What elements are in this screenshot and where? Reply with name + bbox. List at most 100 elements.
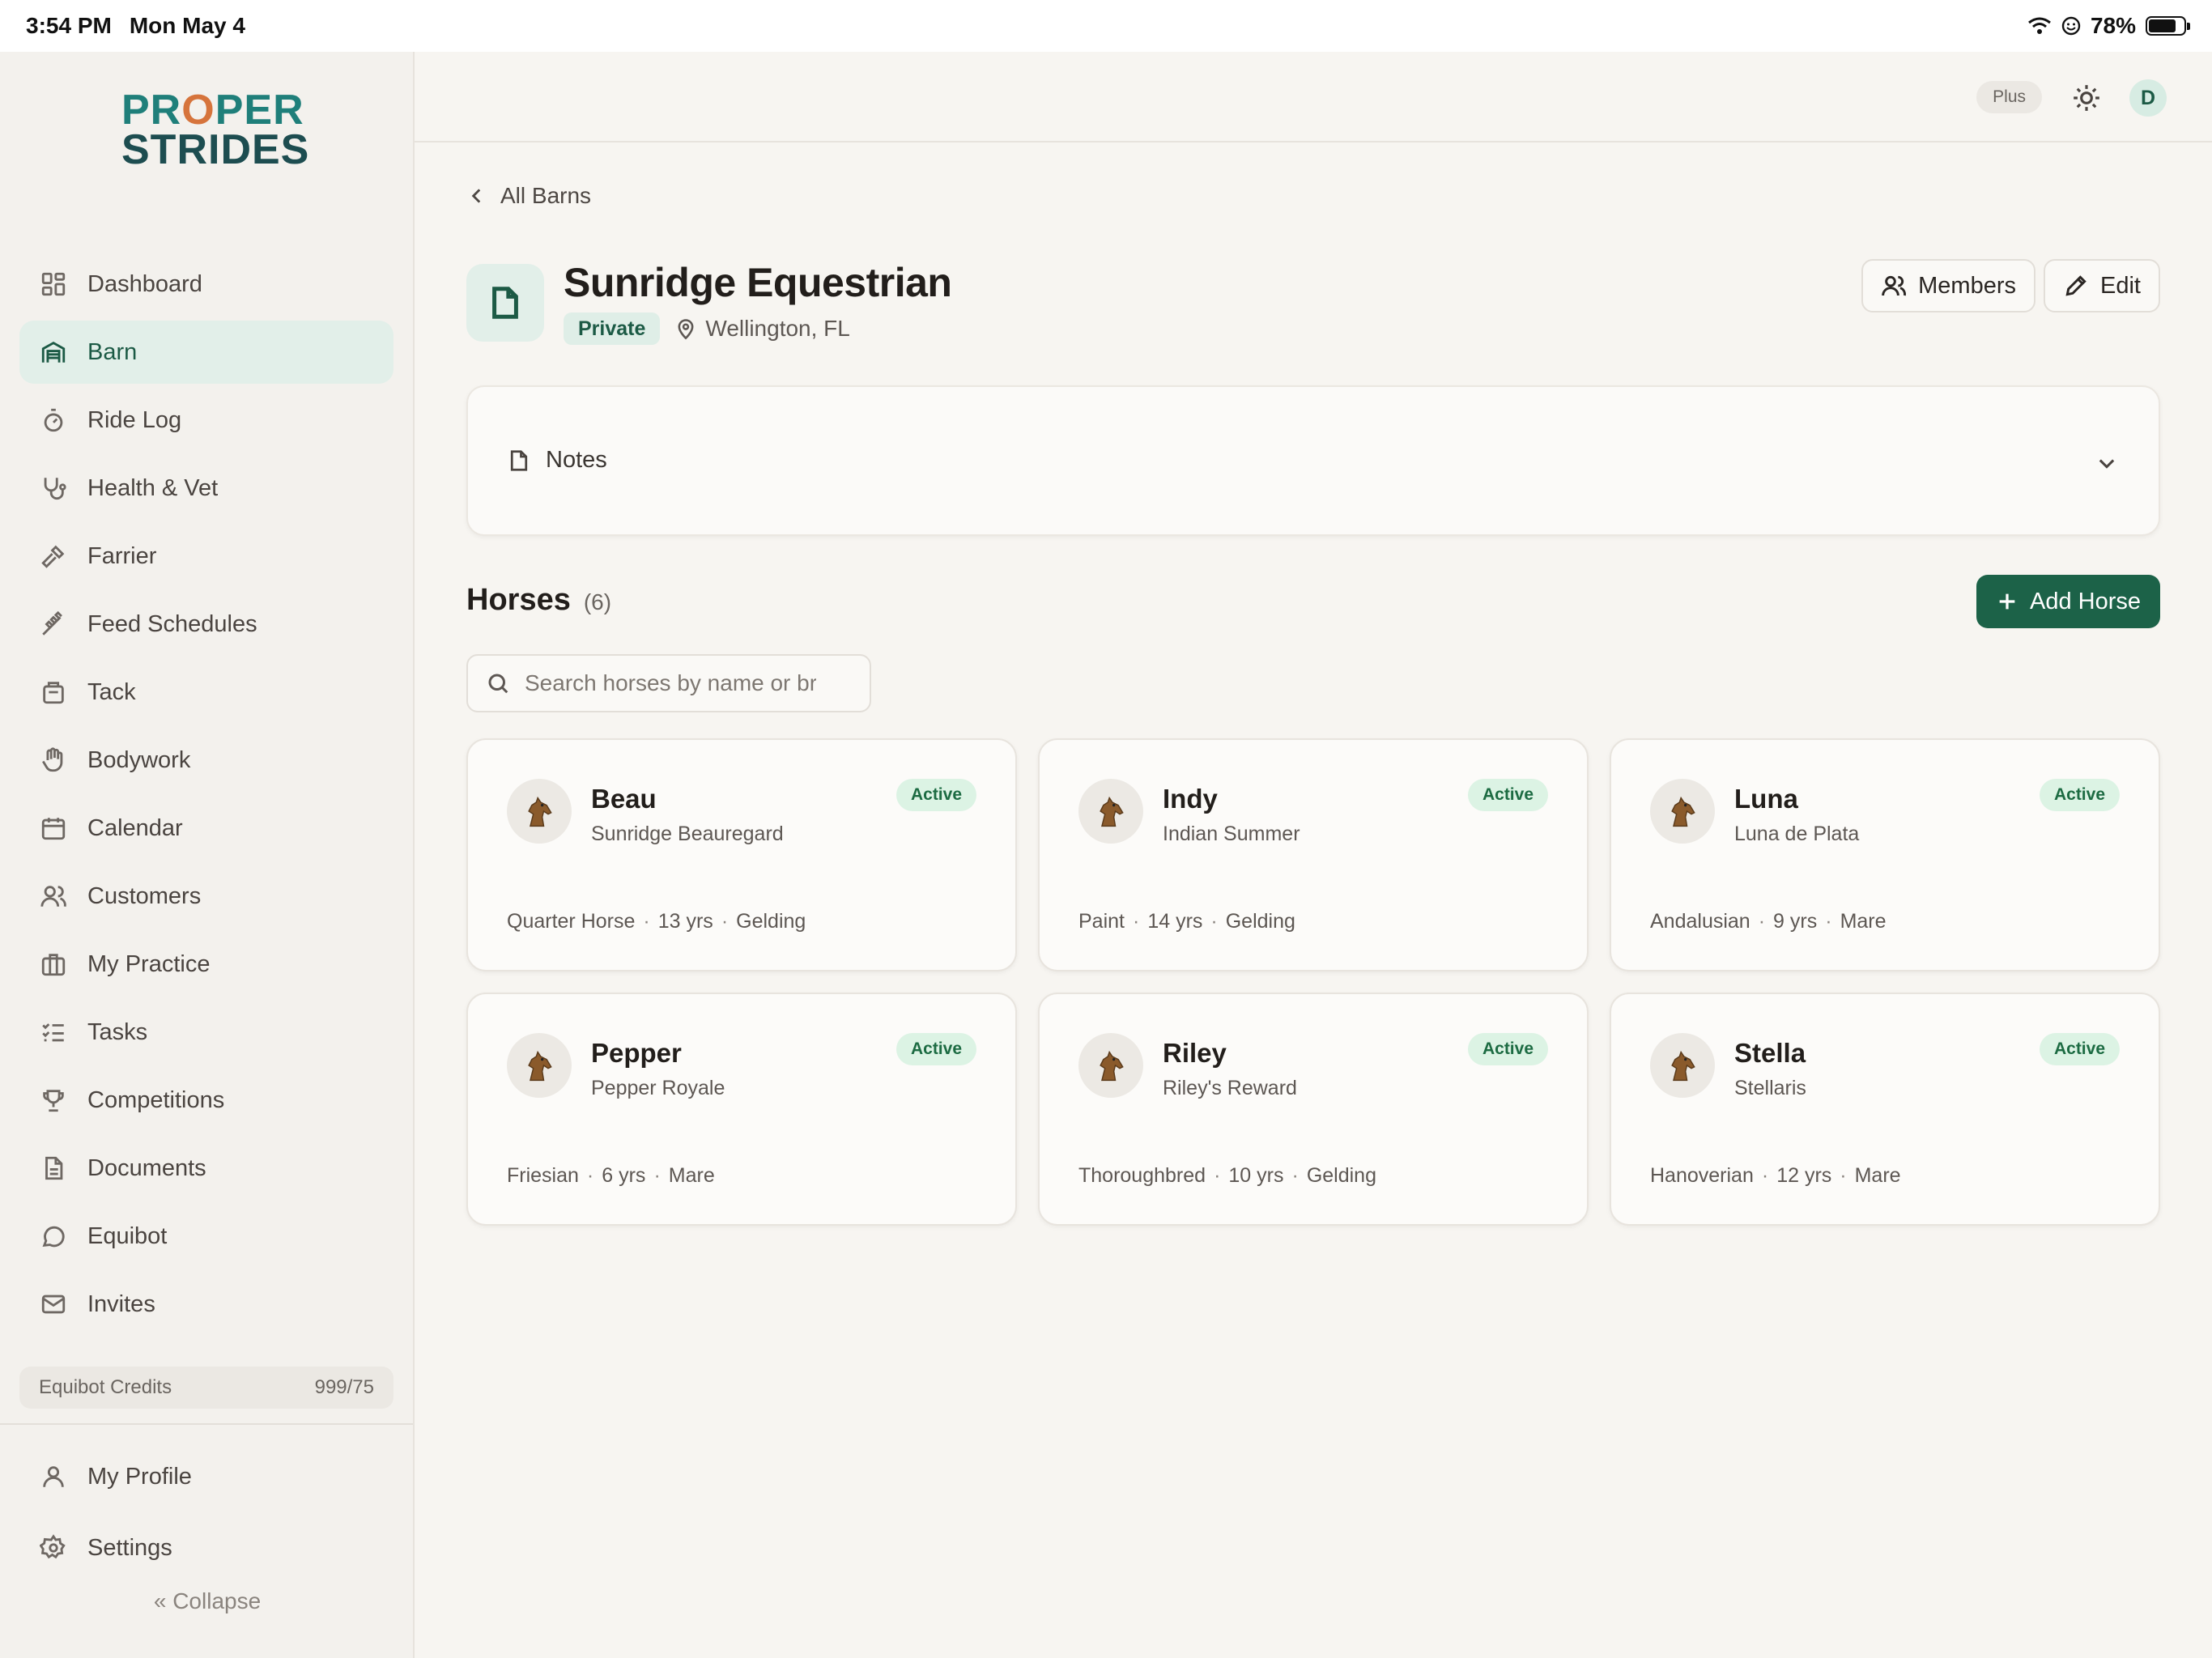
sidebar-item-ride-log[interactable]: Ride Log bbox=[19, 389, 393, 452]
horse-avatar bbox=[1078, 779, 1143, 844]
horse-avatar bbox=[1650, 1033, 1715, 1098]
horse-breed: Thoroughbred bbox=[1078, 1164, 1206, 1187]
status-badge: Active bbox=[2039, 1033, 2120, 1065]
gear-icon bbox=[39, 1533, 68, 1562]
status-badge: Active bbox=[895, 779, 976, 811]
horse-avatar bbox=[1650, 779, 1715, 844]
horse-icon bbox=[1100, 796, 1124, 827]
horse-icon bbox=[528, 1050, 552, 1082]
sidebar-item-competitions[interactable]: Competitions bbox=[19, 1069, 393, 1132]
collapse-label: Collapse bbox=[172, 1588, 262, 1613]
sidebar-item-label: Invites bbox=[87, 1290, 155, 1317]
horse-breed: Andalusian bbox=[1650, 910, 1750, 933]
sidebar-item-dashboard[interactable]: Dashboard bbox=[19, 253, 393, 316]
notes-accordion[interactable]: Notes bbox=[466, 385, 2160, 536]
horse-registered-name: Riley's Reward bbox=[1163, 1077, 1297, 1099]
horse-registered-name: Stellaris bbox=[1734, 1077, 1806, 1099]
horse-card[interactable]: Riley Riley's Reward Active Thoroughbred… bbox=[1038, 993, 1589, 1226]
horse-search[interactable] bbox=[466, 654, 871, 712]
top-bar: Plus D bbox=[415, 52, 2212, 142]
location-label: Wellington, FL bbox=[705, 316, 850, 341]
wheat-icon bbox=[39, 610, 68, 639]
briefcase-icon bbox=[39, 950, 68, 979]
sun-icon[interactable] bbox=[2071, 83, 2102, 113]
user-avatar[interactable]: D bbox=[2129, 79, 2167, 117]
chevron-down-icon[interactable] bbox=[2095, 452, 2118, 474]
user-icon bbox=[39, 1462, 68, 1491]
status-bar: 3:54 PM Mon May 4 78% bbox=[0, 0, 2212, 52]
horse-details: Andalusian · 9 yrs · Mare bbox=[1650, 910, 1887, 933]
sidebar-item-tack[interactable]: Tack bbox=[19, 661, 393, 724]
horse-card[interactable]: Luna Luna de Plata Active Andalusian · 9 y… bbox=[1610, 738, 2160, 971]
sidebar-item-label: Tack bbox=[87, 678, 136, 705]
status-date: Mon May 4 bbox=[129, 13, 245, 38]
sidebar-item-settings[interactable]: Settings bbox=[19, 1516, 393, 1580]
horse-breed: Friesian bbox=[507, 1164, 579, 1187]
horse-card[interactable]: Stella Stellaris Active Hanoverian · 12 yr… bbox=[1610, 993, 2160, 1226]
edit-button[interactable]: Edit bbox=[2044, 259, 2160, 312]
sidebar-item-calendar[interactable]: Calendar bbox=[19, 797, 393, 860]
sidebar-item-farrier[interactable]: Farrier bbox=[19, 525, 393, 588]
sidebar-item-health-vet[interactable]: Health & Vet bbox=[19, 457, 393, 520]
horse-card[interactable]: Pepper Pepper Royale Active Friesian · 6 y… bbox=[466, 993, 1017, 1226]
horse-card[interactable]: Indy Indian Summer Active Paint · 14 yrs · G… bbox=[1038, 738, 1589, 971]
sidebar-item-label: Settings bbox=[87, 1534, 172, 1561]
mail-icon bbox=[39, 1290, 68, 1319]
horse-card[interactable]: Beau Sunridge Beauregard Active Quarter … bbox=[466, 738, 1017, 971]
horse-breed: Quarter Horse bbox=[507, 910, 636, 933]
horse-name: Riley bbox=[1163, 1038, 1227, 1068]
sidebar-item-documents[interactable]: Documents bbox=[19, 1137, 393, 1200]
barn-meta: Private Wellington, FL bbox=[564, 312, 850, 345]
horse-details: Paint · 14 yrs · Gelding bbox=[1078, 910, 1295, 933]
sidebar-item-customers[interactable]: Customers bbox=[19, 865, 393, 928]
horse-sex: Mare bbox=[668, 1164, 715, 1187]
brand-logo[interactable]: PROPER STRIDES bbox=[121, 89, 308, 172]
horse-sex: Gelding bbox=[1225, 910, 1295, 933]
horse-age: 6 yrs bbox=[602, 1164, 646, 1187]
sidebar-item-equibot[interactable]: Equibot bbox=[19, 1205, 393, 1268]
chat-icon bbox=[39, 1222, 68, 1251]
calendar-icon bbox=[39, 814, 68, 843]
sidebar-item-label: Competitions bbox=[87, 1086, 225, 1113]
search-input[interactable] bbox=[525, 670, 816, 696]
horse-details: Quarter Horse · 13 yrs · Gelding bbox=[507, 910, 806, 933]
battery-percent: 78% bbox=[2090, 13, 2136, 38]
status-badge: Active bbox=[1467, 779, 1548, 811]
stopwatch-icon bbox=[39, 406, 68, 435]
add-horse-button[interactable]: Add Horse bbox=[1976, 575, 2160, 628]
horse-details: Friesian · 6 yrs · Mare bbox=[507, 1164, 715, 1187]
sidebar-item-label: My Practice bbox=[87, 950, 211, 977]
sidebar-item-my-practice[interactable]: My Practice bbox=[19, 933, 393, 996]
sidebar-item-label: Ride Log bbox=[87, 406, 182, 433]
sidebar-item-barn[interactable]: Barn bbox=[19, 321, 393, 384]
horse-age: 10 yrs bbox=[1228, 1164, 1284, 1187]
sidebar-item-label: Health & Vet bbox=[87, 474, 219, 501]
collapse-button[interactable]: « Collapse bbox=[0, 1588, 415, 1614]
status-time: 3:54 PM bbox=[26, 13, 112, 38]
sidebar-item-label: Tasks bbox=[87, 1018, 148, 1045]
members-button[interactable]: Members bbox=[1861, 259, 2035, 312]
wifi-icon bbox=[2028, 17, 2051, 34]
horse-name: Beau bbox=[591, 784, 657, 814]
chevrons-left-icon: « bbox=[153, 1588, 167, 1613]
horse-breed: Hanoverian bbox=[1650, 1164, 1754, 1187]
horse-name: Stella bbox=[1734, 1038, 1806, 1068]
horse-icon bbox=[1671, 1050, 1695, 1082]
sidebar-item-invites[interactable]: Invites bbox=[19, 1273, 393, 1336]
back-link[interactable]: All Barns bbox=[466, 183, 591, 209]
sidebar-item-my-profile[interactable]: My Profile bbox=[19, 1444, 393, 1509]
battery-icon bbox=[2146, 16, 2190, 36]
plan-badge[interactable]: Plus bbox=[1976, 81, 2042, 113]
focus-icon bbox=[2061, 16, 2081, 36]
horse-registered-name: Sunridge Beauregard bbox=[591, 823, 784, 845]
sidebar-item-tasks[interactable]: Tasks bbox=[19, 1001, 393, 1064]
document-icon bbox=[39, 1154, 68, 1183]
horse-avatar bbox=[507, 779, 572, 844]
sidebar-item-feed-schedules[interactable]: Feed Schedules bbox=[19, 593, 393, 656]
document-icon bbox=[510, 449, 528, 471]
back-label: All Barns bbox=[500, 183, 592, 208]
users-icon bbox=[39, 882, 68, 911]
horse-details: Hanoverian · 12 yrs · Mare bbox=[1650, 1164, 1901, 1187]
sidebar-item-bodywork[interactable]: Bodywork bbox=[19, 729, 393, 792]
sidebar-item-label: Dashboard bbox=[87, 270, 202, 297]
